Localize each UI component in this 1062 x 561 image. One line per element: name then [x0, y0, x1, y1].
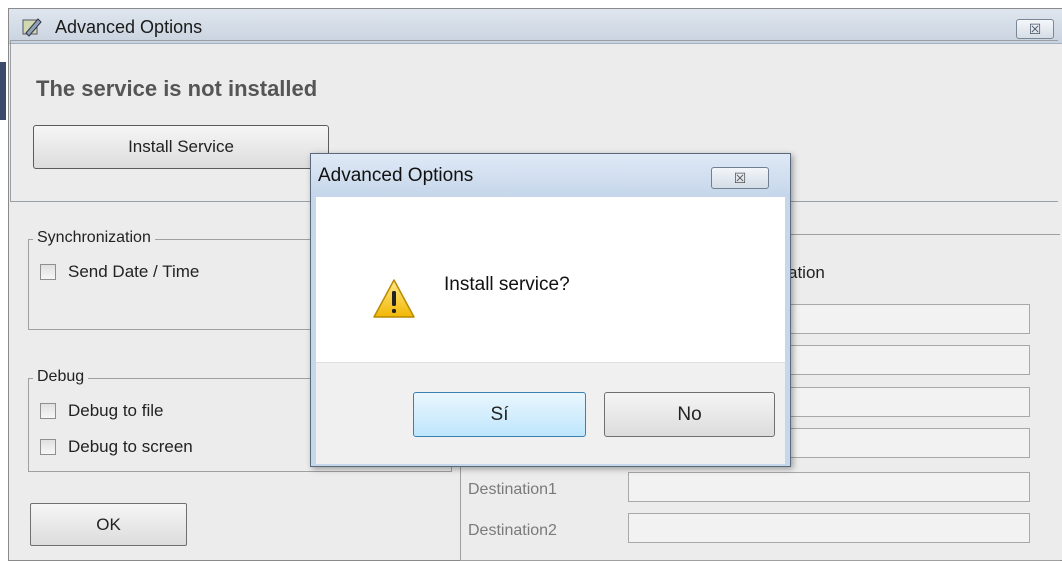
confirm-dialog: Advanced Options ☒ Install service? Sí N… — [310, 153, 791, 467]
debug-to-file-label: Debug to file — [68, 401, 164, 420]
synchronization-legend: Synchronization — [33, 229, 155, 247]
send-datetime-checkbox[interactable] — [40, 264, 56, 280]
no-button[interactable]: No — [604, 392, 775, 437]
left-edge-accent — [0, 62, 6, 120]
warning-icon — [373, 279, 415, 318]
ok-button[interactable]: OK — [30, 503, 187, 546]
debug-legend: Debug — [33, 368, 89, 386]
close-icon: ☒ — [1028, 20, 1042, 37]
dialog-body: Install service? Sí No — [316, 197, 785, 464]
debug-to-screen-row[interactable]: Debug to screen — [40, 437, 193, 457]
debug-to-screen-label: Debug to screen — [68, 437, 193, 456]
dialog-title: Advanced Options — [318, 165, 474, 186]
dialog-button-bar: Sí No — [316, 362, 785, 464]
partial-label: ation — [788, 263, 825, 282]
send-datetime-checkbox-row[interactable]: Send Date / Time — [40, 262, 199, 282]
close-icon: ☒ — [733, 169, 747, 186]
destination2-field[interactable] — [628, 513, 1030, 543]
install-service-button[interactable]: Install Service — [33, 125, 329, 169]
dialog-message: Install service? — [444, 274, 570, 295]
destination1-field[interactable] — [628, 472, 1030, 502]
service-status-text: The service is not installed — [36, 76, 318, 101]
dialog-close-button[interactable]: ☒ — [711, 167, 769, 189]
destination2-label: Destination2 — [468, 522, 557, 539]
dialog-title-bar: Advanced Options ☒ — [311, 154, 790, 197]
destination1-label: Destination1 — [468, 481, 557, 498]
window-title: Advanced Options — [55, 17, 203, 37]
window-close-button[interactable]: ☒ — [1016, 19, 1054, 39]
title-bar: Advanced Options ☒ — [9, 9, 1062, 44]
debug-to-screen-checkbox[interactable] — [40, 439, 56, 455]
app-icon — [22, 18, 42, 37]
send-datetime-label: Send Date / Time — [68, 262, 200, 281]
debug-to-file-row[interactable]: Debug to file — [40, 401, 163, 421]
debug-to-file-checkbox[interactable] — [40, 403, 56, 419]
yes-button[interactable]: Sí — [413, 392, 586, 437]
